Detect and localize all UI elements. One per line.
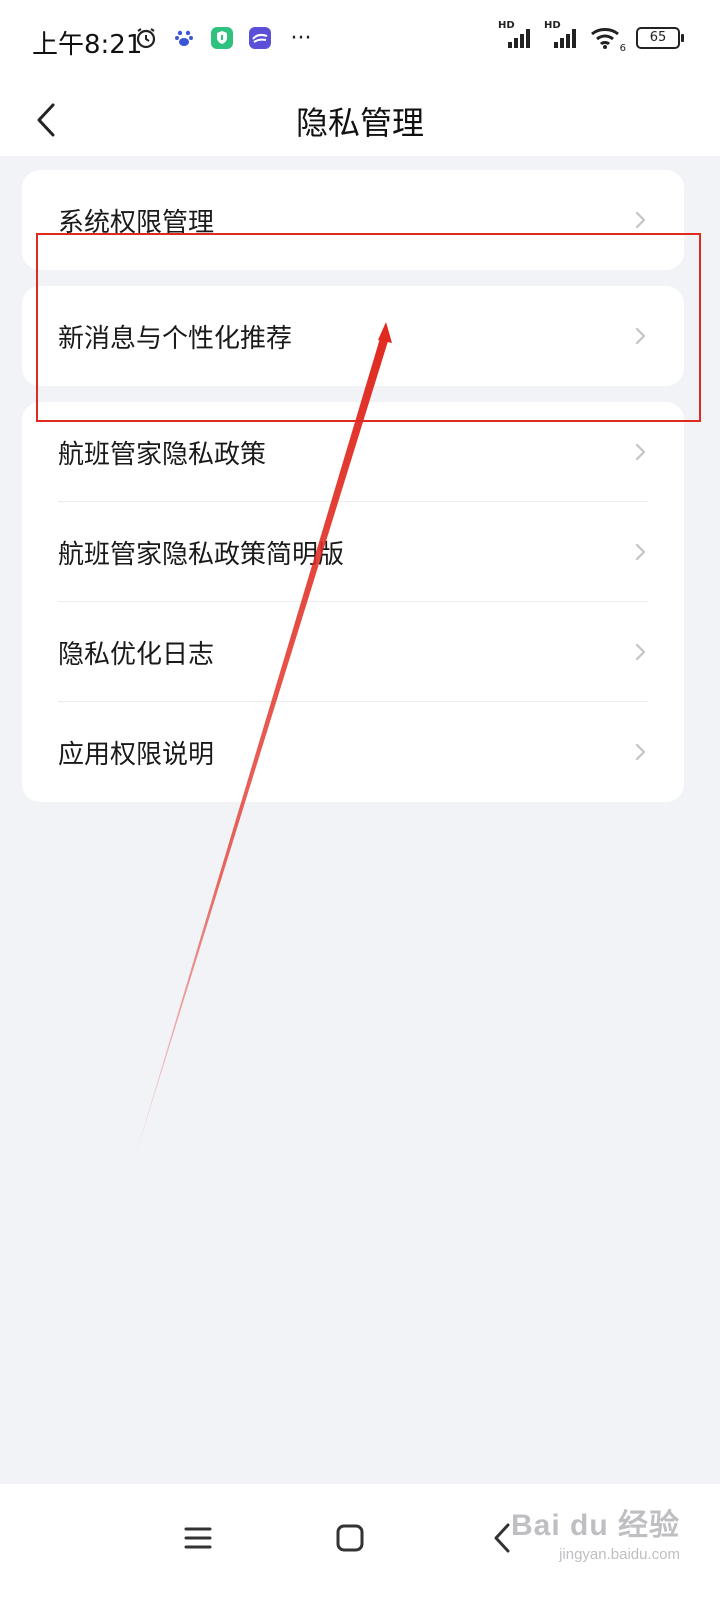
menu-item-label: 航班管家隐私政策 [58, 439, 267, 470]
chevron-right-icon [635, 211, 646, 229]
menu-item-app-permissions[interactable]: 应用权限说明 [22, 702, 684, 802]
signal-icon: HD [498, 20, 532, 50]
menu-item-label: 航班管家隐私政策简明版 [58, 539, 345, 570]
status-left-icons: ··· [134, 25, 316, 51]
menu-item-label: 应用权限说明 [58, 739, 215, 770]
wifi-icon: 6 [590, 26, 626, 54]
triangle-back-icon [494, 1523, 510, 1553]
baidu-paw-icon [172, 26, 196, 50]
chevron-right-icon [635, 743, 646, 761]
header: 隐私管理 [0, 84, 720, 156]
more-dots-icon: ··· [290, 25, 312, 51]
signal-icon-2: HD [544, 20, 578, 50]
home-key[interactable] [320, 1508, 380, 1568]
wifi-label: 6 [619, 43, 626, 54]
watermark-main: Bai du 经验 [510, 1509, 680, 1542]
menu-item-privacy-log[interactable]: 隐私优化日志 [22, 602, 684, 702]
status-right-icons: HD HD 6 65 [498, 20, 684, 54]
watermark-sub: jingyan.baidu.com [559, 1546, 680, 1563]
menu-item-privacy-policy-brief[interactable]: 航班管家隐私政策简明版 [22, 502, 684, 602]
chevron-right-icon [635, 543, 646, 561]
chevron-right-icon [635, 327, 646, 345]
menu-card-system: 系统权限管理 [22, 170, 684, 270]
alarm-icon [134, 26, 158, 50]
menu-item-system-permissions[interactable]: 系统权限管理 [22, 170, 684, 270]
menu-key[interactable] [168, 1508, 228, 1568]
menu-card-policy: 航班管家隐私政策 航班管家隐私政策简明版 隐私优化日志 应用权限说明 [22, 402, 684, 802]
menu-item-message-recommend[interactable]: 新消息与个性化推荐 [22, 286, 684, 386]
app-icon [248, 26, 272, 50]
menu-card-recommend: 新消息与个性化推荐 [22, 286, 684, 386]
menu-item-label: 隐私优化日志 [58, 639, 215, 670]
baidu-watermark: Bai du 经验 jingyan.baidu.com [511, 1500, 680, 1563]
shield-app-icon [210, 26, 234, 50]
menu-item-privacy-policy[interactable]: 航班管家隐私政策 [22, 402, 684, 502]
status-time: 上午8:21 [32, 30, 143, 60]
menu-item-label: 新消息与个性化推荐 [58, 323, 293, 354]
page-title: 隐私管理 [295, 104, 424, 142]
menu-item-label: 系统权限管理 [58, 207, 215, 238]
battery-icon: 65 [636, 27, 684, 49]
status-bar: 上午8:21 ··· HD HD 6 65 [0, 0, 720, 84]
square-home-icon [336, 1524, 364, 1552]
menu-lines-icon [184, 1527, 212, 1549]
chevron-right-icon [635, 443, 646, 461]
chevron-right-icon [635, 643, 646, 661]
